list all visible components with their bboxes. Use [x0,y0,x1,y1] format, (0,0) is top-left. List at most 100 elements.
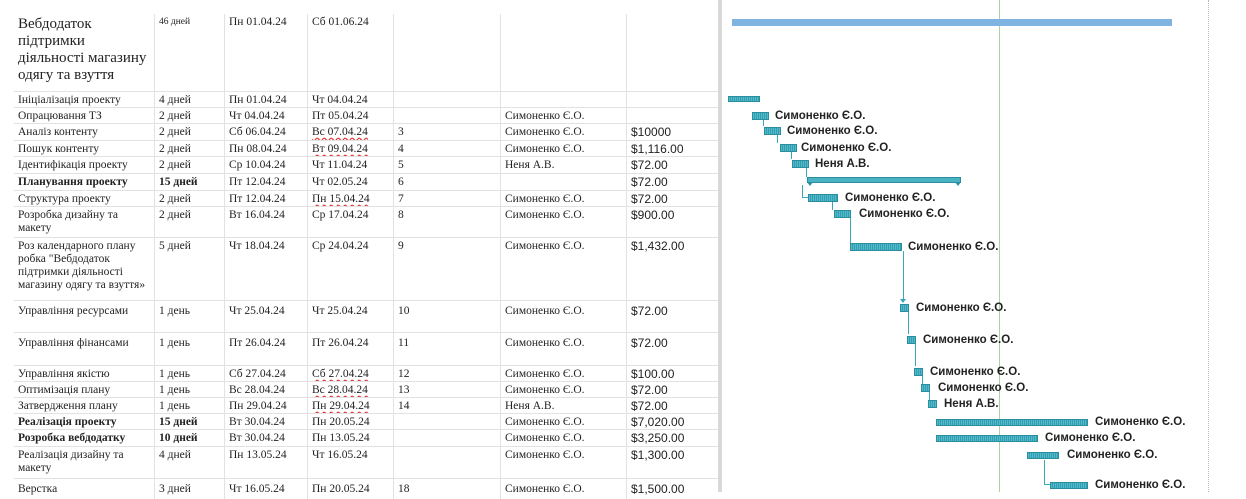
gantt-connector [922,376,923,384]
task-resource: Неня А.В. [501,157,627,173]
task-start: Сб 27.04.24 [225,366,308,381]
gantt-bar[interactable] [936,435,1038,442]
gantt-summary-bar[interactable] [807,177,961,186]
table-row[interactable]: Затвердження плану 1 день Пн 29.04.24 Пн… [14,398,720,414]
task-duration: 15 дней [155,414,225,429]
task-end: Пт 05.04.24 [308,108,394,123]
table-row[interactable]: Аналіз контенту 2 дней Сб 06.04.24 Вс 07… [14,124,720,141]
task-start: Вс 28.04.24 [225,382,308,397]
gantt-resource-label: Симоненко Є.О. [908,241,999,253]
task-start: Пн 29.04.24 [225,398,308,413]
task-cost: $1,432.00 [631,239,685,253]
table-row[interactable]: Планування проекту 15 дней Пт 12.04.24 Ч… [14,174,720,191]
task-duration: 1 день [155,333,225,365]
table-row[interactable]: Структура проекту 2 дней Пт 12.04.24 Пн … [14,191,720,207]
task-cost: $72.00 [631,336,668,350]
gantt-bar[interactable] [850,243,902,251]
table-row[interactable]: Вебдодаток підтримки діяльності магазину… [14,14,720,92]
gantt-bar[interactable] [900,304,909,312]
gantt-connector [802,185,803,197]
gantt-bar[interactable] [808,194,838,202]
task-start: Чт 16.05.24 [225,479,308,499]
task-cost: $72.00 [631,192,668,206]
gantt-connector [806,168,807,177]
table-row[interactable]: Верстка 3 дней Чт 16.05.24 Пн 20.05.24 1… [14,479,720,499]
gantt-connector [1044,460,1045,484]
table-row[interactable]: Реалізація дизайну та макету 4 дней Пн 1… [14,447,720,479]
task-resource [501,92,627,107]
task-duration: 2 дней [155,108,225,123]
table-row[interactable]: Розробка дизайну та макету 2 дней Вт 16.… [14,207,720,238]
task-end: Ср 24.04.24 [308,238,394,300]
task-predecessor: 18 [394,479,501,499]
gantt-chart[interactable]: Симоненко Є.О. Симоненко Є.О. Симоненко … [722,0,1246,492]
task-start: Чт 04.04.24 [225,108,308,123]
gantt-resource-label: Симоненко Є.О. [1045,432,1136,444]
table-row[interactable]: Опрацювання ТЗ 2 дней Чт 04.04.24 Пт 05.… [14,108,720,124]
task-resource: Симоненко Є.О. [501,238,627,300]
table-row[interactable]: Ініціалізація проекту 4 дней Пн 01.04.24… [14,92,720,108]
task-predecessor: 7 [394,191,501,206]
gantt-bar[interactable] [792,160,809,168]
gantt-connector [915,344,916,366]
gantt-bar[interactable] [1027,452,1059,459]
task-predecessor: 14 [394,398,501,413]
gantt-bar[interactable] [1050,482,1088,489]
table-row[interactable]: Розробка вебдодатку 10 дней Вт 30.04.24 … [14,430,720,447]
gantt-bar[interactable] [752,112,769,120]
task-duration: 2 дней [155,141,225,156]
task-end: Пн 13.05.24 [308,430,394,446]
table-row[interactable]: Роз календарного плану робка "Вебдодаток… [14,238,720,301]
task-predecessor [394,414,501,429]
gantt-arrow [900,299,906,303]
task-duration: 2 дней [155,124,225,140]
gantt-bar[interactable] [928,400,937,408]
task-duration: 5 дней [155,238,225,300]
task-resource: Неня А.В. [501,398,627,413]
table-row[interactable]: Управління якістю 1 день Сб 27.04.24 Сб … [14,366,720,382]
gantt-bar[interactable] [936,419,1088,426]
gantt-resource-label: Симоненко Є.О. [775,110,866,122]
gantt-resource-label: Симоненко Є.О. [930,366,1021,378]
table-row[interactable]: Управління фінансами 1 день Пт 26.04.24 … [14,333,720,366]
gantt-bar[interactable] [921,384,930,392]
task-duration: 4 дней [155,92,225,107]
task-name: Вебдодаток підтримки діяльності магазину… [14,14,155,91]
gantt-bar[interactable] [728,96,760,102]
task-resource [501,14,627,91]
gantt-resource-label: Симоненко Є.О. [801,142,892,154]
task-name: Верстка [14,479,155,499]
gantt-connector [791,152,792,159]
gantt-resource-label: Симоненко Є.О. [859,208,950,220]
table-row[interactable]: Пошук контенту 2 дней Пн 08.04.24 Вт 09.… [14,141,720,157]
task-resource: Симоненко Є.О. [501,382,627,397]
task-duration: 1 день [155,382,225,397]
table-row[interactable]: Оптимізація плану 1 день Вс 28.04.24 Вс … [14,382,720,398]
task-name: Опрацювання ТЗ [14,108,155,123]
task-start: Пт 26.04.24 [225,333,308,365]
table-row[interactable]: Реалізація проекту 15 дней Вт 30.04.24 П… [14,414,720,430]
task-end: Вс 28.04.24 [312,384,368,396]
table-row[interactable]: Управління ресурсами 1 день Чт 25.04.24 … [14,301,720,333]
task-end: Вт 09.04.24 [312,143,368,155]
gantt-resource-label: Симоненко Є.О. [1095,416,1186,428]
task-resource: Симоненко Є.О. [501,191,627,206]
task-resource: Симоненко Є.О. [501,447,627,478]
task-resource [501,174,627,190]
gantt-bar[interactable] [907,336,916,344]
task-start: Пт 12.04.24 [225,174,308,190]
task-predecessor: 4 [394,141,501,156]
table-row[interactable]: Ідентифікація проекту 2 дней Ср 10.04.24… [14,157,720,174]
gantt-bar[interactable] [914,368,923,376]
gantt-resource-label: Симоненко Є.О. [787,125,878,137]
task-end: Ср 17.04.24 [308,207,394,237]
task-cost: $100.00 [631,367,675,381]
task-start: Вт 30.04.24 [225,430,308,446]
task-start: Вт 16.04.24 [225,207,308,237]
gantt-resource-label: Симоненко Є.О. [923,334,1014,346]
gantt-bar[interactable] [764,127,781,135]
gantt-bar[interactable] [780,144,797,152]
task-start: Чт 25.04.24 [225,301,308,332]
project-summary-bar[interactable] [732,19,1172,26]
gantt-bar[interactable] [834,210,851,218]
